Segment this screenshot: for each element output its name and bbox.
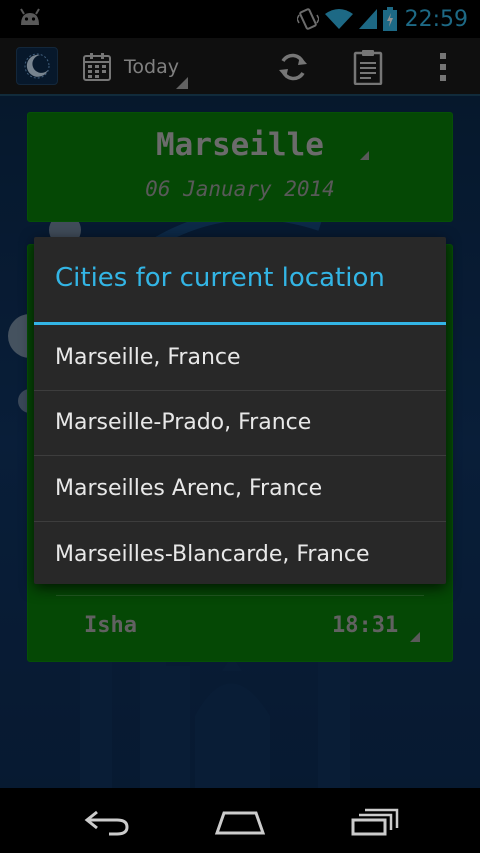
dialog-title: Cities for current location — [55, 263, 385, 293]
home-icon[interactable] — [205, 802, 275, 842]
city-option[interactable]: Marseilles Arenc, France — [34, 456, 446, 522]
city-option[interactable]: Marseille, France — [34, 325, 446, 391]
navigation-bar — [0, 790, 480, 853]
city-option[interactable]: Marseilles-Blancarde, France — [34, 522, 446, 585]
city-option[interactable]: Marseille-Prado, France — [34, 391, 446, 456]
city-list: Marseille, France Marseille-Prado, Franc… — [34, 325, 446, 584]
cities-dialog: Cities for current location Marseille, F… — [34, 237, 446, 584]
recent-apps-icon[interactable] — [340, 802, 410, 842]
back-icon[interactable] — [72, 802, 142, 842]
